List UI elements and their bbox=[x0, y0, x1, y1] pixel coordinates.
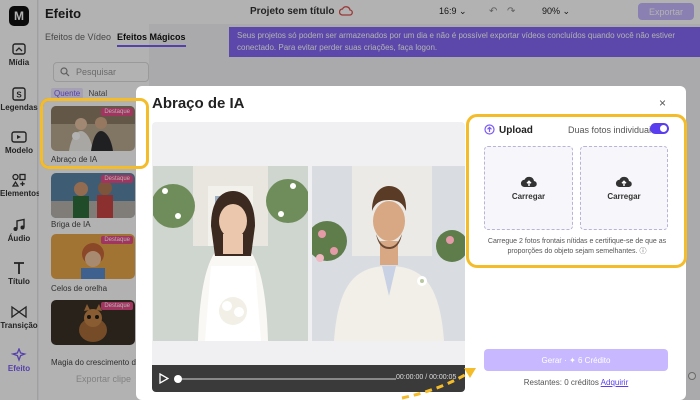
close-icon[interactable]: × bbox=[659, 96, 666, 110]
progress-handle[interactable] bbox=[174, 375, 182, 383]
acquire-link[interactable]: Adquirir bbox=[601, 378, 629, 387]
highlight-frame-upload bbox=[466, 114, 687, 268]
play-icon[interactable] bbox=[159, 373, 169, 384]
groom-photo bbox=[312, 166, 465, 341]
remaining-credits: Restantes: 0 créditos Adquirir bbox=[484, 378, 668, 387]
progress-track[interactable] bbox=[178, 378, 396, 380]
bride-photo bbox=[153, 166, 308, 341]
pointer-arrow bbox=[401, 368, 476, 400]
highlight-frame-card-top bbox=[40, 98, 149, 169]
video-preview: 00:00:00 / 00:00:05 bbox=[152, 122, 465, 392]
modal-title: Abraço de IA bbox=[152, 95, 245, 112]
remaining-text: Restantes: 0 créditos bbox=[523, 378, 599, 387]
generate-button[interactable]: Gerar · ✦ 6 Crédito bbox=[484, 349, 668, 371]
